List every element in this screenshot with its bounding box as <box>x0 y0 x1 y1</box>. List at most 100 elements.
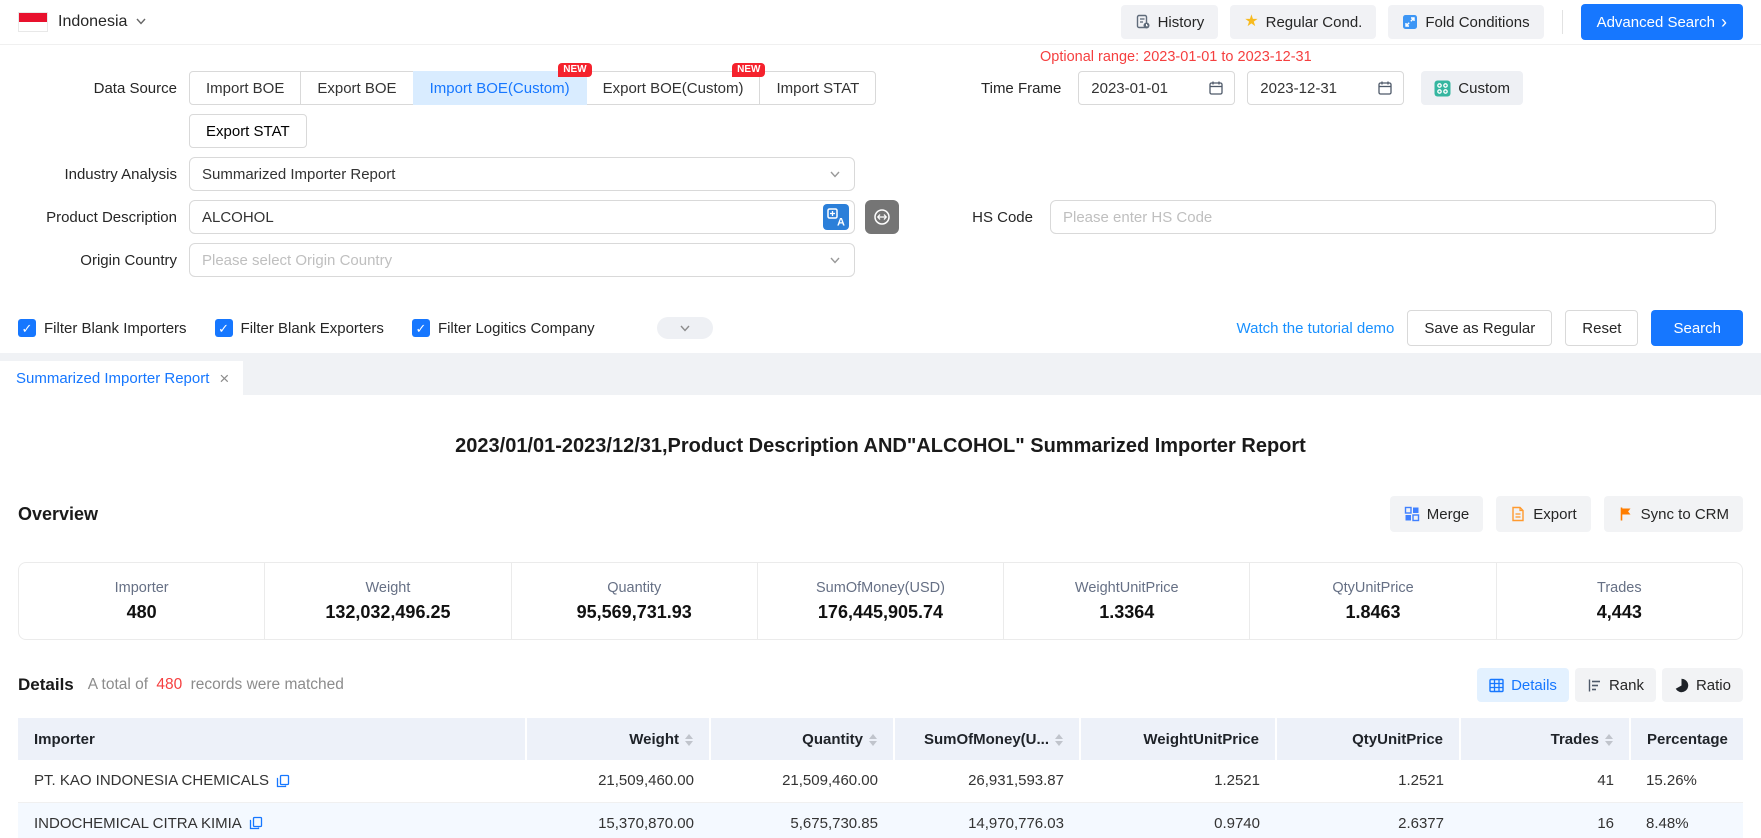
save-as-regular-button[interactable]: Save as Regular <box>1407 310 1552 346</box>
fold-conditions-button[interactable]: Fold Conditions <box>1388 5 1543 39</box>
country-name[interactable]: Indonesia <box>58 13 127 31</box>
date-to-value: 2023-12-31 <box>1260 80 1377 97</box>
stat-value: 132,032,496.25 <box>325 602 450 623</box>
stat-label: Weight <box>365 580 410 596</box>
regular-cond-button[interactable]: ★ Regular Cond. <box>1230 5 1376 39</box>
industry-analysis-select[interactable]: Summarized Importer Report <box>189 157 855 191</box>
overview-actions: Merge Export Sync to CRM <box>1390 496 1743 532</box>
export-label: Export <box>1533 506 1576 523</box>
cell-qty-unit-price: 1.2521 <box>1276 760 1460 802</box>
filter-blank-importers-checkbox[interactable]: ✓ Filter Blank Importers <box>18 319 187 337</box>
view-details-button[interactable]: Details <box>1477 668 1569 702</box>
tab-export-stat[interactable]: Export STAT <box>189 114 307 148</box>
col-percentage[interactable]: Percentage <box>1630 718 1743 760</box>
advanced-search-label: Advanced Search <box>1597 14 1715 31</box>
merge-button[interactable]: Merge <box>1390 496 1484 532</box>
hs-code-input[interactable] <box>1050 200 1716 234</box>
tab-import-boe-custom[interactable]: Import BOE(Custom) NEW <box>413 71 587 105</box>
col-weight-unit-price[interactable]: WeightUnitPrice <box>1080 718 1276 760</box>
date-from-picker[interactable]: 2023-01-01 <box>1078 71 1235 105</box>
stat-label: Trades <box>1597 580 1642 596</box>
new-badge: NEW <box>732 63 765 77</box>
topbar: Indonesia History ★ Regular Cond. Fold C… <box>0 0 1761 45</box>
tutorial-demo-link[interactable]: Watch the tutorial demo <box>1237 320 1395 337</box>
history-button[interactable]: History <box>1121 5 1219 39</box>
col-quantity[interactable]: Quantity <box>710 718 894 760</box>
filter-logitics-company-checkbox[interactable]: ✓ Filter Logitics Company <box>412 319 595 337</box>
cell-quantity: 5,675,730.85 <box>710 802 894 838</box>
view-details-label: Details <box>1511 677 1557 694</box>
tab-export-boe-custom[interactable]: Export BOE(Custom) NEW <box>586 71 761 105</box>
col-trades[interactable]: Trades <box>1460 718 1630 760</box>
overview-title: Overview <box>18 504 98 525</box>
stat-trades: Trades 4,443 <box>1497 563 1742 639</box>
col-label: SumOfMoney(U... <box>924 731 1049 748</box>
new-badge: NEW <box>558 63 591 77</box>
col-sum-of-money[interactable]: SumOfMoney(U... <box>894 718 1080 760</box>
close-icon[interactable]: × <box>219 370 229 387</box>
importer-name[interactable]: PT. KAO INDONESIA CHEMICALS <box>34 772 269 789</box>
tab-label: Import STAT <box>776 80 859 97</box>
stat-weight-unit-price: WeightUnitPrice 1.3364 <box>1004 563 1250 639</box>
custom-range-button[interactable]: Custom <box>1421 71 1523 105</box>
history-icon <box>1135 14 1151 30</box>
stat-label: WeightUnitPrice <box>1075 580 1179 596</box>
cell-trades: 41 <box>1460 760 1630 802</box>
match-mode-icon[interactable] <box>865 200 899 234</box>
importer-name[interactable]: INDOCHEMICAL CITRA KIMIA <box>34 815 242 832</box>
product-description-field: A <box>189 200 855 234</box>
industry-analysis-label: Industry Analysis <box>18 166 189 183</box>
tab-label: Summarized Importer Report <box>16 370 209 387</box>
col-label: QtyUnitPrice <box>1352 731 1443 748</box>
stat-quantity: Quantity 95,569,731.93 <box>512 563 758 639</box>
export-stat-row: Export STAT <box>18 114 1743 148</box>
origin-country-select[interactable]: Please select Origin Country <box>189 243 855 277</box>
origin-country-label: Origin Country <box>18 252 189 269</box>
view-rank-button[interactable]: Rank <box>1575 668 1656 702</box>
date-to-picker[interactable]: 2023-12-31 <box>1247 71 1404 105</box>
details-table: Importer Weight Quantity SumOfMoney(U...… <box>18 718 1743 838</box>
copy-icon[interactable] <box>249 816 263 830</box>
sort-icon[interactable] <box>1055 734 1063 746</box>
col-weight[interactable]: Weight <box>526 718 710 760</box>
records-matched-text: A total of 480 records were matched <box>88 676 344 694</box>
origin-country-row: Origin Country Please select Origin Coun… <box>18 243 1743 277</box>
tab-import-boe[interactable]: Import BOE <box>189 71 301 105</box>
filter-blank-exporters-checkbox[interactable]: ✓ Filter Blank Exporters <box>215 319 384 337</box>
col-qty-unit-price[interactable]: QtyUnitPrice <box>1276 718 1460 760</box>
col-importer[interactable]: Importer <box>18 718 526 760</box>
export-button[interactable]: Export <box>1496 496 1590 532</box>
tab-import-stat[interactable]: Import STAT <box>759 71 876 105</box>
custom-icon <box>1434 80 1451 97</box>
expand-conditions-toggle[interactable] <box>657 317 713 339</box>
copy-icon[interactable] <box>276 774 290 788</box>
view-ratio-button[interactable]: Ratio <box>1662 668 1743 702</box>
reset-button[interactable]: Reset <box>1565 310 1638 346</box>
indonesia-flag-icon <box>18 12 48 32</box>
tab-label: Export BOE <box>317 80 396 97</box>
tab-summarized-importer-report[interactable]: Summarized Importer Report × <box>0 361 243 395</box>
report-content: 2023/01/01-2023/12/31,Product Descriptio… <box>0 435 1761 838</box>
stat-value: 1.8463 <box>1346 602 1401 623</box>
sort-icon[interactable] <box>1605 734 1613 746</box>
view-switcher: Details Rank Ratio <box>1477 668 1743 702</box>
sort-icon[interactable] <box>869 734 877 746</box>
checkbox-checked-icon: ✓ <box>412 319 430 337</box>
tab-export-boe[interactable]: Export BOE <box>300 71 413 105</box>
cell-percentage: 15.26% <box>1630 760 1743 802</box>
stat-value: 176,445,905.74 <box>818 602 943 623</box>
advanced-search-button[interactable]: Advanced Search › <box>1581 4 1743 40</box>
translate-icon[interactable]: A <box>823 204 849 230</box>
time-frame-group: Time Frame 2023-01-01 2023-12-31 Custom <box>981 71 1523 105</box>
col-label: WeightUnitPrice <box>1143 731 1259 748</box>
stat-label: Quantity <box>607 580 661 596</box>
col-label: Trades <box>1551 731 1599 748</box>
hs-code-label: HS Code <box>972 209 1033 226</box>
sort-icon[interactable] <box>685 734 693 746</box>
ratio-pie-icon <box>1674 678 1689 693</box>
search-button[interactable]: Search <box>1651 310 1743 346</box>
chevron-down-icon[interactable] <box>135 14 147 31</box>
sync-to-crm-button[interactable]: Sync to CRM <box>1604 496 1743 532</box>
overview-stats-bar: Importer 480 Weight 132,032,496.25 Quant… <box>18 562 1743 640</box>
product-description-input[interactable] <box>190 209 823 226</box>
